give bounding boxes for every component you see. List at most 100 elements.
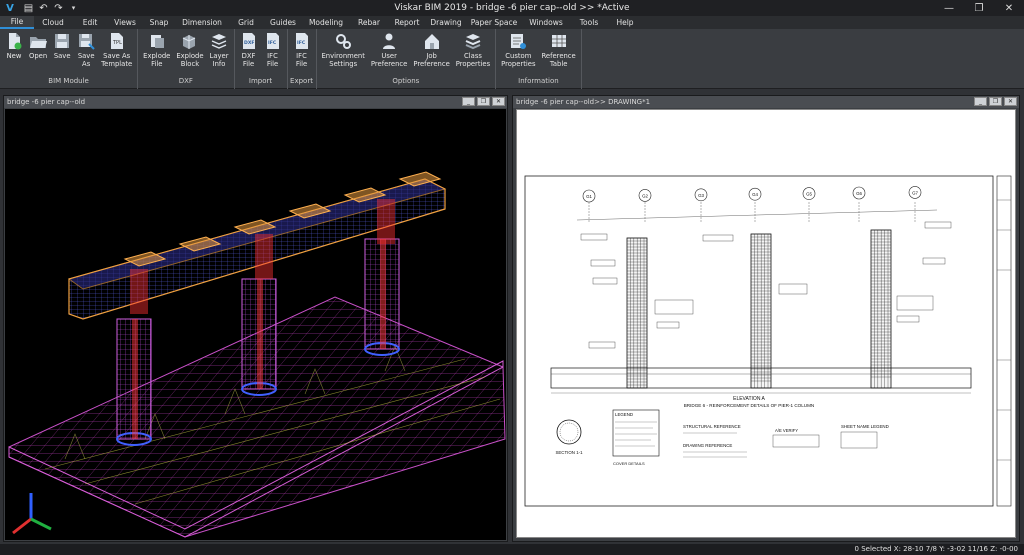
grid-bubble: G1 xyxy=(582,189,596,222)
model-view-window: bridge -6 pier cap--old _ ❐ ✕ xyxy=(3,95,508,542)
panel-minimize-button[interactable]: _ xyxy=(462,97,475,106)
drawing-sheet-canvas[interactable]: G1 G2 G3 G4 G5 G6 G7 ELEVATION A BRIDGE … xyxy=(516,109,1016,538)
label-line-2: Settings xyxy=(329,60,358,68)
open-folder-icon xyxy=(29,32,48,50)
menu-tab-cloud[interactable]: Cloud xyxy=(34,16,72,29)
explode-block-icon xyxy=(181,32,199,50)
menu-tab-guides[interactable]: Guides xyxy=(264,16,302,29)
cover-details-title: COVER DETAILS xyxy=(613,461,645,466)
menu-tab-file[interactable]: File xyxy=(0,16,34,29)
grid-bubble: G5 xyxy=(802,187,816,222)
reference-table-button[interactable]: Reference Table xyxy=(539,32,579,68)
menu-tab-paper-space[interactable]: Paper Space xyxy=(466,16,522,29)
drawing-view-titlebar[interactable]: bridge -6 pier cap--old>> DRAWING*1 _ ❐ … xyxy=(513,96,1019,108)
structural-reference-title: STRUCTURAL REFERENCE xyxy=(683,424,741,429)
explode-file-button[interactable]: Explode File xyxy=(140,32,173,68)
label-line-1: Reference xyxy=(541,52,576,60)
label-line-2: Template xyxy=(101,60,133,68)
save-as-button[interactable]: Save As xyxy=(74,32,98,68)
label-line-1: New xyxy=(6,52,22,60)
panel-close-button[interactable]: ✕ xyxy=(492,97,505,106)
ribbon-button-label: Save As xyxy=(78,52,95,68)
svg-text:IFC: IFC xyxy=(297,40,306,46)
model-view-titlebar[interactable]: bridge -6 pier cap--old _ ❐ ✕ xyxy=(4,96,507,108)
menu-tab-dimension[interactable]: Dimension xyxy=(176,16,228,29)
save-as-template-button[interactable]: TPL Save As Template xyxy=(98,32,135,68)
job-preference-button[interactable]: Job Preference xyxy=(410,32,452,68)
legend-box: LEGEND xyxy=(612,409,660,457)
label-line-1: Explode xyxy=(176,52,204,60)
label-line-2: File xyxy=(242,60,255,68)
app-logo-icon[interactable]: V xyxy=(3,1,17,15)
menu-tab-modeling[interactable]: Modeling xyxy=(302,16,350,29)
menu-bar: File Cloud Edit Views Snap Dimension Grid Guide… xyxy=(0,16,1024,29)
ribbon-button-label: Explode File xyxy=(143,52,170,68)
menu-tab-tools[interactable]: Tools xyxy=(570,16,608,29)
ribbon: New Open Save Save As TPL Save As Template BIM M… xyxy=(0,29,1024,89)
label-line-1: User xyxy=(381,52,397,60)
new-button[interactable]: New xyxy=(2,32,26,60)
bridge-3d-model xyxy=(8,171,506,538)
chevron-down-icon[interactable]: ▾ xyxy=(68,3,79,14)
ifc-file-button[interactable]: IFC IFC File xyxy=(261,32,285,68)
ifc-file-button[interactable]: IFC IFC File xyxy=(290,32,314,68)
drawing-view-window: bridge -6 pier cap--old>> DRAWING*1 _ ❐ … xyxy=(512,95,1020,542)
menu-tab-views[interactable]: Views xyxy=(108,16,142,29)
menu-tab-help[interactable]: Help xyxy=(608,16,642,29)
menu-tab-report[interactable]: Report xyxy=(388,16,426,29)
ribbon-group-import: DXF DXF File IFC IFC File Import xyxy=(235,29,288,89)
close-button[interactable]: ✕ xyxy=(994,0,1024,16)
ribbon-button-label: Job Preference xyxy=(413,52,449,68)
label-line-2: File xyxy=(266,60,279,68)
layer-info-icon xyxy=(210,32,228,50)
class-properties-button[interactable]: Class Properties xyxy=(453,32,493,68)
menu-tab-grid[interactable]: Grid xyxy=(228,16,264,29)
elevation-title: ELEVATION A xyxy=(733,396,765,402)
quick-access-toolbar: ▤ ↶ ↷ ▾ xyxy=(23,3,79,14)
ribbon-button-label: Explode Block xyxy=(176,52,203,68)
user-preference-button[interactable]: User Preference xyxy=(368,32,410,68)
panel-restore-button[interactable]: ❐ xyxy=(989,97,1002,106)
drawing-reference-title: DRAWING REFERENCE xyxy=(683,443,732,448)
undo-icon[interactable]: ↶ xyxy=(38,3,49,14)
open-button[interactable]: Open xyxy=(26,32,50,60)
title-bar: V ▤ ↶ ↷ ▾ Viskar BIM 2019 - bridge -6 pi… xyxy=(0,0,1024,16)
status-coordinates: 0 Selected X: 28-10 7/8 Y: -3-02 11/16 Z… xyxy=(854,545,1018,553)
gears-icon xyxy=(334,32,352,50)
menu-tab-edit[interactable]: Edit xyxy=(72,16,108,29)
model-3d-canvas[interactable] xyxy=(5,109,506,540)
grid-bubble: G4 xyxy=(748,187,762,222)
redo-icon[interactable]: ↷ xyxy=(53,3,64,14)
layer-info-button[interactable]: Layer Info xyxy=(207,32,232,68)
ribbon-group-options: Environment Settings User Preference Job Pref… xyxy=(317,29,497,89)
label-line-1: Layer xyxy=(209,52,229,60)
grid-bubble-label: G7 xyxy=(912,190,918,195)
menu-tab-rebar[interactable]: Rebar xyxy=(350,16,388,29)
explode-block-button[interactable]: Explode Block xyxy=(173,32,206,68)
save-button[interactable]: Save xyxy=(50,32,74,60)
user-icon xyxy=(380,32,398,50)
menu-tab-snap[interactable]: Snap xyxy=(142,16,176,29)
ribbon-group-bim-module: New Open Save Save As TPL Save As Template BIM M… xyxy=(0,29,139,89)
status-bar: 0 Selected X: 28-10 7/8 Y: -3-02 11/16 Z… xyxy=(0,544,1024,555)
environment-settings-button[interactable]: Environment Settings xyxy=(319,32,368,68)
menu-tab-windows[interactable]: Windows xyxy=(522,16,570,29)
panel-restore-button[interactable]: ❐ xyxy=(477,97,490,106)
label-line-1: Open xyxy=(29,52,48,60)
grid-bubble-label: G3 xyxy=(698,193,704,198)
title-block xyxy=(996,175,1012,507)
panel-close-button[interactable]: ✕ xyxy=(1004,97,1017,106)
maximize-button[interactable]: ❐ xyxy=(964,0,994,16)
dxf-file-button[interactable]: DXF DXF File xyxy=(237,32,261,68)
menu-tab-drawing[interactable]: Drawing xyxy=(426,16,466,29)
model-view-title: bridge -6 pier cap--old xyxy=(7,98,86,106)
minimize-button[interactable]: — xyxy=(934,0,964,16)
panel-minimize-button[interactable]: _ xyxy=(974,97,987,106)
grid-bubble: G2 xyxy=(638,189,652,222)
ribbon-group-label: DXF xyxy=(178,77,193,85)
custom-properties-button[interactable]: Custom Properties xyxy=(498,32,538,68)
save-quick-icon[interactable]: ▤ xyxy=(23,3,34,14)
ribbon-button-label: User Preference xyxy=(371,52,407,68)
new-file-icon xyxy=(5,32,23,50)
ribbon-button-label: Layer Info xyxy=(210,52,229,68)
